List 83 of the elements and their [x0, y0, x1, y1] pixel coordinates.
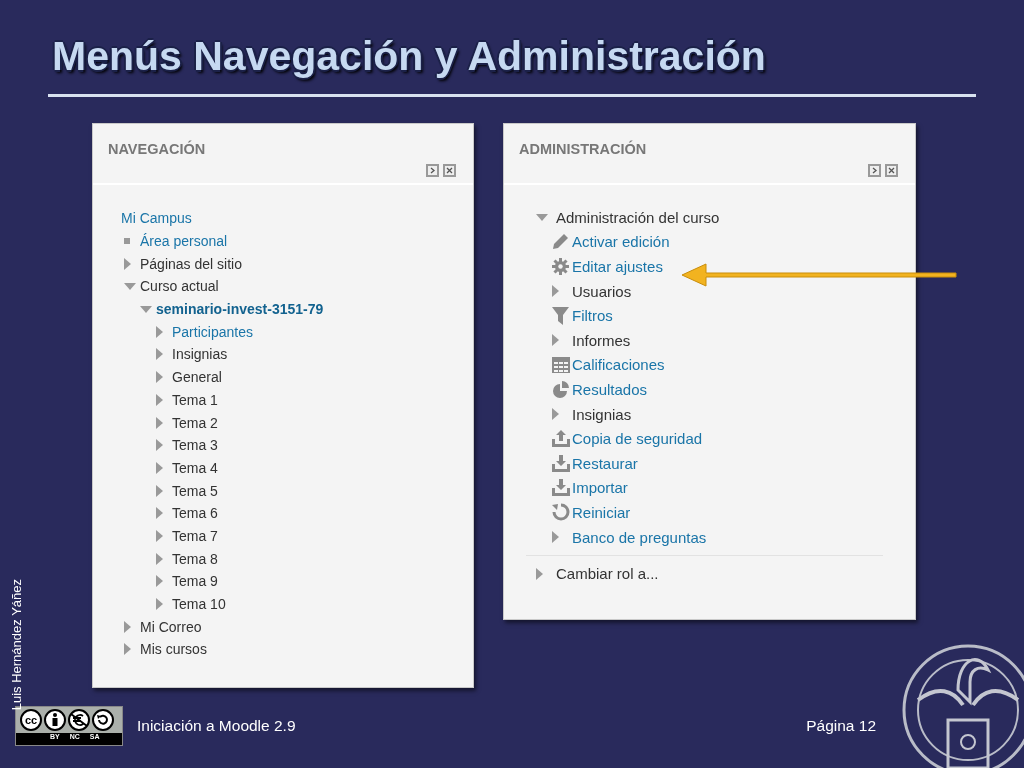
- caret-right-icon[interactable]: [552, 334, 559, 347]
- tree-item[interactable]: Cambiar rol a...: [556, 565, 659, 583]
- caret-down-icon[interactable]: [536, 213, 548, 221]
- caret-right-icon[interactable]: [552, 408, 559, 421]
- nav-link[interactable]: Copia de seguridad: [572, 430, 703, 448]
- caret-right-icon[interactable]: [156, 598, 163, 611]
- caret-right-icon[interactable]: [156, 416, 163, 429]
- caret-right-icon[interactable]: [156, 325, 163, 338]
- caret-right-icon[interactable]: [156, 439, 163, 452]
- tree-item[interactable]: Insignias: [572, 405, 632, 423]
- pencil-icon: [552, 233, 569, 251]
- tree-item[interactable]: Tema 2: [172, 414, 218, 431]
- tree-item[interactable]: Tema 3: [172, 437, 218, 454]
- caret-right-icon[interactable]: [156, 529, 163, 542]
- caret-down-icon[interactable]: [140, 305, 152, 313]
- course-title: Iniciación a Moodle 2.9: [137, 717, 296, 735]
- tree-item[interactable]: Tema 8: [172, 550, 218, 567]
- caret-right-icon[interactable]: [156, 371, 163, 384]
- dock-icon[interactable]: [868, 164, 881, 177]
- pie-chart-icon: [552, 380, 569, 398]
- caret-right-icon[interactable]: [124, 643, 131, 656]
- dock-icon[interactable]: [426, 164, 439, 177]
- tree-item[interactable]: Tema 4: [172, 459, 218, 476]
- block-title: ADMINISTRACIÓN: [519, 141, 647, 157]
- caret-right-icon[interactable]: [156, 507, 163, 520]
- caret-right-icon[interactable]: [156, 461, 163, 474]
- caret-right-icon[interactable]: [156, 393, 163, 406]
- reset-icon: [552, 503, 570, 522]
- download-icon: [552, 479, 570, 497]
- tree-item[interactable]: Informes: [572, 331, 631, 349]
- author-name: Luis Hernández Yáñez: [9, 578, 24, 710]
- tree-item[interactable]: Curso actual: [140, 278, 219, 295]
- license-symbol: cc: [20, 709, 42, 731]
- caret-right-icon[interactable]: [156, 552, 163, 565]
- caret-right-icon[interactable]: [156, 348, 163, 361]
- nav-link[interactable]: Calificaciones: [572, 356, 665, 374]
- filter-icon: [552, 306, 569, 325]
- tree-item[interactable]: General: [172, 369, 222, 386]
- caret-right-icon[interactable]: [156, 575, 163, 588]
- no-money-icon: [68, 709, 90, 731]
- caret-right-icon[interactable]: [552, 285, 559, 298]
- nav-link[interactable]: Resultados: [572, 380, 648, 398]
- tree-item[interactable]: Tema 5: [172, 482, 218, 499]
- person-icon: [44, 709, 66, 731]
- tree-item[interactable]: Tema 6: [172, 505, 218, 522]
- download-icon: [552, 454, 570, 472]
- table-icon: [552, 356, 570, 373]
- tree-item[interactable]: Tema 9: [172, 573, 218, 590]
- caret-right-icon[interactable]: [536, 567, 543, 580]
- nav-link[interactable]: Importar: [572, 479, 628, 497]
- close-icon[interactable]: [885, 164, 898, 177]
- tree-item[interactable]: Mis cursos: [140, 641, 207, 658]
- nav-link[interactable]: Filtros: [572, 307, 613, 325]
- caret-right-icon[interactable]: [124, 620, 131, 633]
- caret-right-icon[interactable]: [156, 484, 163, 497]
- close-icon[interactable]: [443, 164, 456, 177]
- tree-item[interactable]: Insignias: [172, 346, 228, 363]
- slide-title: Menús Navegación y Administración: [52, 32, 766, 81]
- tree-item[interactable]: Tema 7: [172, 527, 218, 544]
- tree-item[interactable]: Tema 1: [172, 391, 218, 408]
- upload-icon: [552, 430, 570, 448]
- nav-link[interactable]: Restaurar: [572, 454, 638, 472]
- gear-icon: [552, 258, 569, 275]
- tree-item[interactable]: Tema 10: [172, 596, 226, 613]
- tree-item[interactable]: Usuarios: [572, 282, 632, 300]
- nav-link[interactable]: Participantes: [172, 323, 253, 340]
- nav-link[interactable]: Reiniciar: [572, 503, 631, 521]
- caret-right-icon[interactable]: [124, 257, 131, 270]
- tree-item[interactable]: Mi Correo: [140, 618, 202, 635]
- nav-link[interactable]: Activar edición: [572, 233, 670, 251]
- bullet-icon: [124, 238, 130, 245]
- nav-link[interactable]: Mi Campus: [121, 210, 192, 227]
- block-title: NAVEGACIÓN: [108, 141, 206, 157]
- nav-link[interactable]: Área personal: [140, 233, 228, 250]
- caret-right-icon[interactable]: [552, 531, 559, 543]
- nav-link[interactable]: Banco de preguntas: [572, 528, 707, 546]
- caret-down-icon[interactable]: [124, 282, 136, 290]
- share-alike-icon: [92, 709, 114, 731]
- tree-item[interactable]: Páginas del sitio: [140, 255, 242, 272]
- nav-link[interactable]: seminario-invest-3151-79: [156, 301, 324, 318]
- tree-item[interactable]: Administración del curso: [556, 208, 720, 226]
- page-number: Página 12: [806, 717, 876, 735]
- nav-link[interactable]: Editar ajustes: [572, 258, 663, 275]
